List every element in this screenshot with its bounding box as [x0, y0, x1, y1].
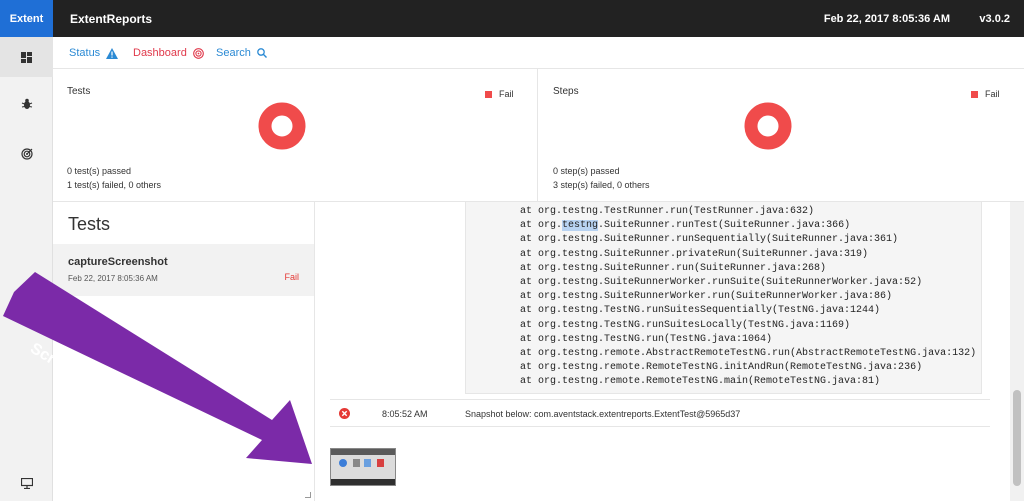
steps-failed-text: 3 step(s) failed, 0 others	[553, 180, 650, 190]
log-message: Snapshot below: com.aventstack.extentrep…	[465, 409, 741, 419]
annotation-arrow	[3, 272, 312, 464]
nav-search[interactable]: Search	[216, 47, 267, 59]
sidebar-item-radar[interactable]	[0, 134, 53, 174]
steps-passed-text: 0 step(s) passed	[553, 166, 620, 176]
stacktrace-block: at org.testng.TestRunner.run(TestRunner.…	[465, 202, 982, 394]
panel-title: Tests	[67, 86, 91, 97]
steps-donut-chart[interactable]	[744, 102, 792, 150]
scrollbar-thumb[interactable]	[1013, 390, 1021, 486]
error-circle-icon	[339, 408, 350, 419]
bug-icon	[21, 98, 32, 109]
log-row: 8:05:52 AM Snapshot below: com.aventstac…	[330, 399, 990, 427]
nav-status-label: Status	[69, 47, 101, 59]
radar-icon	[20, 148, 33, 160]
donut-slice-fail	[744, 102, 792, 150]
tests-passed-text: 0 test(s) passed	[67, 166, 132, 176]
test-detail-pane: at org.testng.TestRunner.run(TestRunner.…	[316, 202, 1024, 501]
test-name: captureScreenshot	[68, 256, 168, 268]
tests-failed-text: 1 test(s) failed, 0 others	[67, 180, 162, 190]
resize-handle[interactable]	[305, 492, 311, 498]
search-icon	[257, 48, 267, 58]
app-title: ExtentReports	[70, 12, 153, 26]
steps-summary-panel: Steps Fail 0 step(s) passed 3 step(s) fa…	[539, 69, 1024, 201]
chart-legend[interactable]: Fail	[971, 89, 1000, 99]
stacktrace-line: at org.testng.SuiteRunner.runSequentiall…	[520, 234, 899, 246]
nav-dashboard[interactable]: Dashboard	[133, 47, 204, 59]
sub-navigation: Status Dashboard Search	[53, 37, 1024, 69]
stacktrace-line: at org.testng.SuiteRunner.privateRun(Sui…	[520, 248, 869, 260]
warning-icon	[106, 47, 119, 59]
nav-dashboard-label: Dashboard	[133, 47, 187, 59]
stacktrace-line: at org.testng.TestNG.runSuitesLocally(Te…	[520, 319, 851, 331]
stacktrace-line: at org.testng.remote.RemoteTestNG.initAn…	[520, 362, 923, 374]
tests-heading: Tests	[68, 214, 111, 234]
dashboard-grid-icon	[21, 51, 32, 63]
nav-status[interactable]: Status	[69, 47, 119, 59]
stacktrace-line: at org.testng.SuiteRunnerWorker.run(Suit…	[520, 291, 893, 303]
panel-title: Steps	[553, 86, 579, 97]
log-timestamp: 8:05:52 AM	[382, 409, 428, 419]
nav-search-label: Search	[216, 47, 251, 59]
selected-text-highlight: testng	[562, 220, 599, 232]
chart-legend[interactable]: Fail	[485, 89, 514, 99]
brand-logo[interactable]: Extent	[0, 0, 53, 37]
sidebar-item-bugs[interactable]	[0, 84, 53, 124]
stacktrace-line: at org.testng.TestNG.run(TestNG.java:106…	[520, 333, 773, 345]
version-label: v3.0.2	[979, 13, 1010, 25]
legend-swatch-fail	[485, 90, 492, 98]
stacktrace-line: at org.testng.SuiteRunnerWorker.runSuite…	[520, 276, 923, 288]
stacktrace-line: at org.testng.SuiteRunner.run(SuiteRunne…	[520, 262, 827, 274]
top-bar: Extent ExtentReports Feb 22, 2017 8:05:3…	[0, 0, 1024, 37]
stacktrace-line: at org.testng.remote.RemoteTestNG.main(R…	[520, 376, 881, 388]
legend-label-fail: Fail	[985, 89, 1000, 99]
tests-donut-chart[interactable]	[258, 102, 306, 150]
stacktrace-line: at org.testng.TestRunner.run(TestRunner.…	[520, 206, 815, 217]
report-datetime: Feb 22, 2017 8:05:36 AM	[823, 13, 950, 25]
sidebar-item-dashboard[interactable]	[0, 37, 53, 77]
stacktrace-line: at org.testng.TestNG.runSuitesSequential…	[520, 305, 881, 317]
tests-summary-panel: Tests Fail 0 test(s) passed 1 test(s) fa…	[53, 69, 538, 201]
legend-label-fail: Fail	[499, 89, 514, 99]
stacktrace-line: at org.testng.remote.AbstractRemoteTestN…	[520, 347, 977, 359]
radar-icon	[192, 47, 204, 59]
legend-swatch-fail	[971, 90, 978, 98]
screenshot-preview-image	[331, 449, 395, 485]
donut-slice-fail	[258, 102, 306, 150]
stacktrace-line: at org.testng.SuiteRunner.runTest(SuiteR…	[520, 220, 851, 232]
vertical-scrollbar[interactable]	[1010, 202, 1024, 501]
